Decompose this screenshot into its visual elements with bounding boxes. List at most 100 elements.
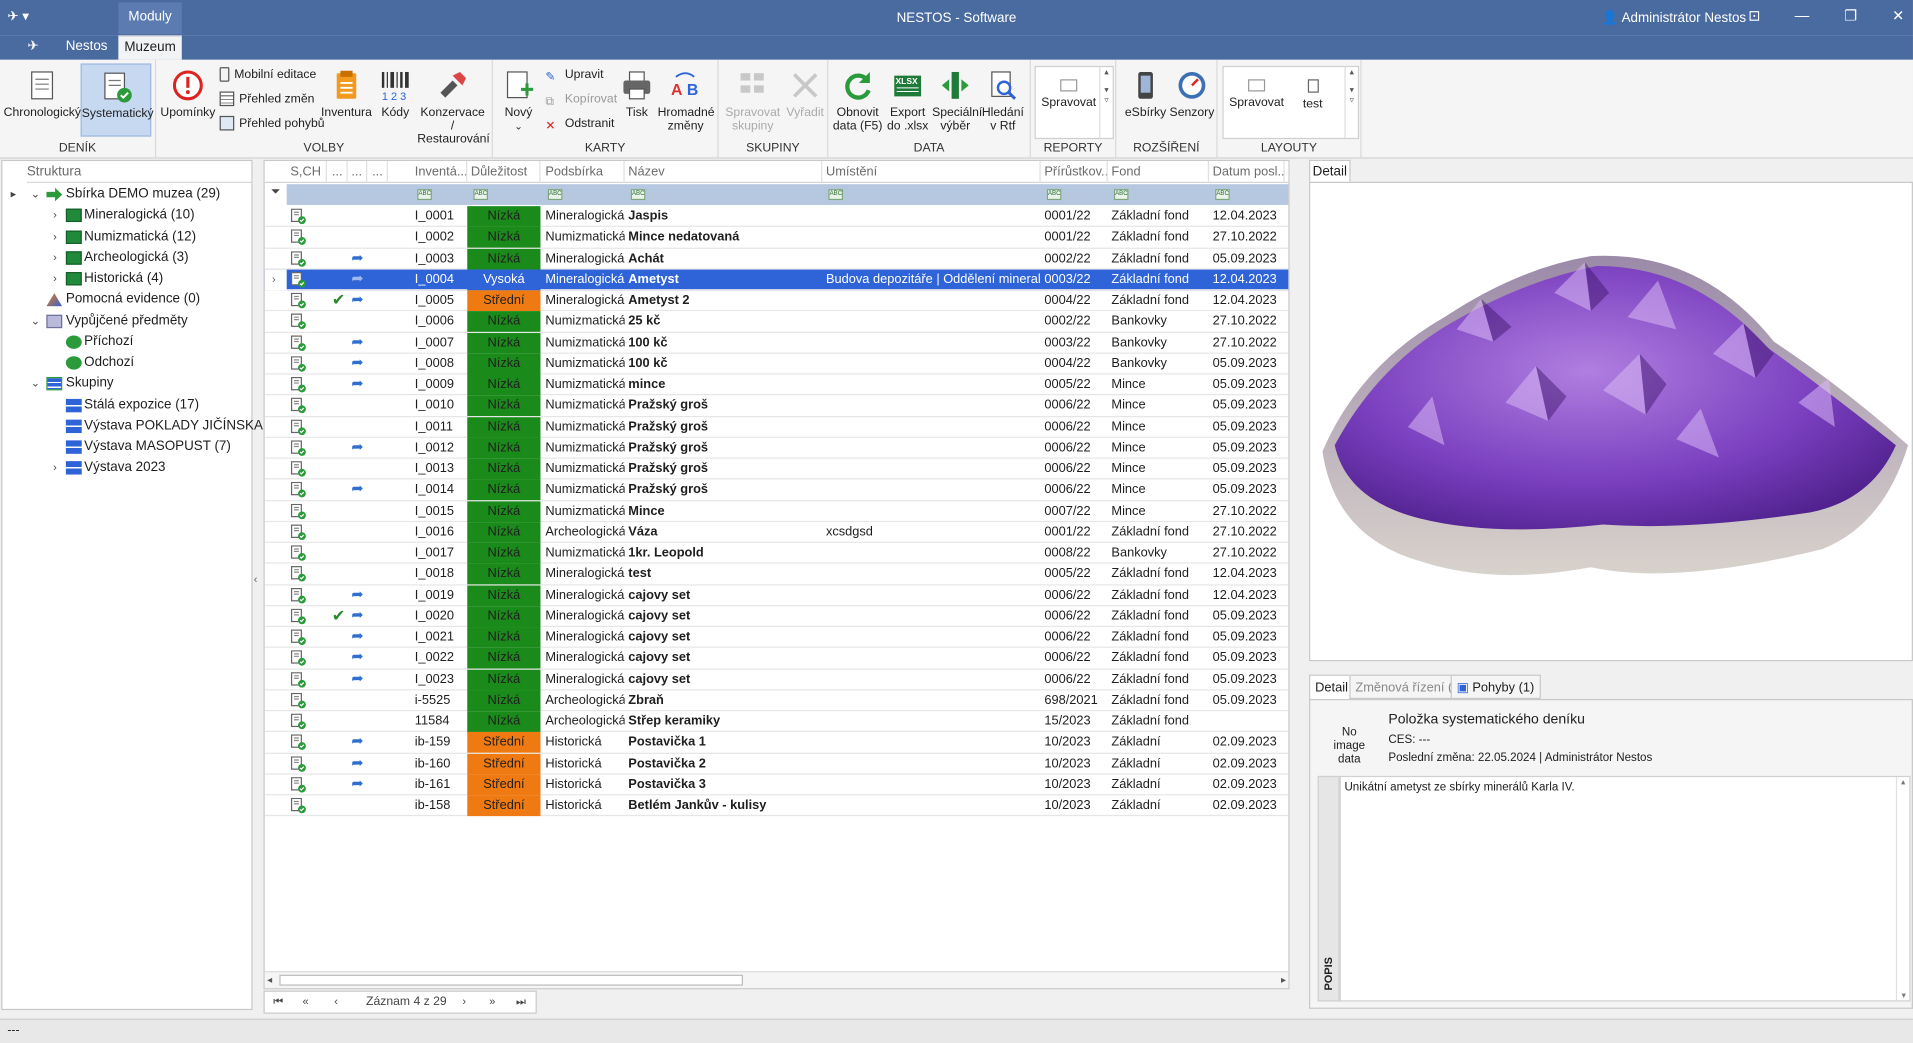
export-xlsx-button[interactable]: XLSX Export do .xlsx <box>885 63 931 136</box>
tree-item[interactable]: Stálá expozice (17) <box>2 395 251 416</box>
tree-item[interactable]: ⌄ Skupiny <box>2 374 251 395</box>
hledani-rtf-button[interactable]: Hledání v Rtf <box>980 63 1026 136</box>
tree-item[interactable]: › Archeologická (3) <box>2 247 251 268</box>
table-row[interactable]: ➦ I_0023 Nízká Mineralogická cajovy set 0006/… <box>264 669 1289 691</box>
column-header[interactable]: Podsbírka <box>542 161 625 183</box>
column-header[interactable]: ... <box>368 161 388 183</box>
scrollbar-thumb[interactable] <box>279 974 743 986</box>
konzervace-button[interactable]: Konzervace / Restaurování <box>417 63 490 146</box>
layouts-gallery[interactable]: Spravovat test ▴ ▾ ▿ <box>1222 65 1360 140</box>
kody-button[interactable]: 1 2 3 Kódy <box>375 63 416 136</box>
filter-cell-icon[interactable]: ABC <box>828 189 844 201</box>
filter-cell-icon[interactable]: ABC <box>630 189 646 201</box>
filter-cell-icon[interactable]: ABC <box>417 189 432 201</box>
column-header[interactable]: ... <box>348 161 368 183</box>
esbirky-button[interactable]: eSbírky <box>1122 63 1168 136</box>
table-row[interactable]: ➦ ib-161 Střední Historická Postavička 3 10/2… <box>264 774 1289 796</box>
tree-item[interactable]: Výstava POKLADY JIČÍNSKA (15) <box>2 416 290 437</box>
odstranit-button[interactable]: ✕ Odstranit <box>545 113 614 135</box>
systematicky-button[interactable]: Systematický <box>80 63 154 137</box>
table-row[interactable]: ➦ I_0022 Nízká Mineralogická cajovy set 0006/… <box>264 648 1289 670</box>
column-header[interactable]: Důležitost <box>467 161 541 183</box>
inventura-button[interactable]: Inventura <box>320 63 374 136</box>
minimize-icon[interactable]: — <box>1790 7 1814 24</box>
collapse-chevron-icon[interactable]: ⌄ <box>29 310 41 331</box>
tree-item[interactable]: › Historická (4) <box>2 268 251 289</box>
tab-pohyby[interactable]: ▣ Pohyby (1) <box>1450 674 1541 700</box>
tree-item[interactable]: Pomocná evidence (0) <box>2 289 251 310</box>
upravit-button[interactable]: ✎ Upravit <box>545 65 603 87</box>
restore-layout-icon[interactable]: ⊡ <box>1742 7 1766 24</box>
table-row[interactable]: ➦ I_0008 Nízká Numizmatická 100 kč 0004/22 Ban… <box>264 353 1289 375</box>
tab-muzeum[interactable]: Muzeum <box>118 35 182 60</box>
table-row[interactable]: ➦ ib-160 Střední Historická Postavička 2 10/2… <box>264 753 1289 775</box>
table-row[interactable]: › ➦ I_0004 Vysoká Mineralogická Ametyst Budova… <box>264 269 1289 291</box>
expand-arrow-icon[interactable]: › <box>49 226 61 247</box>
prehled-zmen-button[interactable]: Přehled změn <box>219 89 314 111</box>
tisk-button[interactable]: Tisk <box>619 63 656 136</box>
expand-arrow-icon[interactable]: › <box>49 458 61 479</box>
table-row[interactable]: ➦ I_0003 Nízká Mineralogická Achát 0002/22 Zák… <box>264 248 1289 270</box>
layouty-spravovat-button[interactable]: Spravovat <box>1226 67 1287 110</box>
next-record-icon[interactable]: › <box>462 995 466 1007</box>
table-row[interactable]: I_0018 Nízká Mineralogická test 0005/22 Zákla… <box>264 563 1289 585</box>
layout-test-button[interactable]: test <box>1292 67 1333 111</box>
scroll-right-icon[interactable]: ▸ <box>1281 975 1286 986</box>
tree-item[interactable]: Příchozí <box>2 332 251 353</box>
table-row[interactable]: 11584 Nízká Archeologická Střep keramiky 15/… <box>264 711 1289 733</box>
prehled-pohybu-button[interactable]: Přehled pohybů <box>219 113 325 135</box>
table-row[interactable]: ➦ ib-159 Střední Historická Postavička 1 10/2… <box>264 732 1289 754</box>
collapse-chevron-icon[interactable]: ⌄ <box>29 184 41 205</box>
filter-cell-icon[interactable]: ABC <box>1113 189 1129 201</box>
gallery-scroll[interactable]: ▴ ▾ ▿ <box>1099 67 1112 138</box>
hromadne-zmeny-button[interactable]: AB Hromadné změny <box>658 63 715 136</box>
description-editor[interactable]: Unikátní ametyst ze sbírky minerálů Karl… <box>1339 775 1911 1002</box>
column-header[interactable]: Název <box>625 161 823 183</box>
table-row[interactable]: ➦ I_0012 Nízká Numizmatická Pražský groš 0006… <box>264 437 1289 459</box>
table-row[interactable]: I_0016 Nízká Archeologická Váza xcsdgsd 0001/… <box>264 521 1289 543</box>
next-page-icon[interactable]: » <box>489 995 495 1007</box>
tree-item[interactable]: ▸ ⌄ Sbírka DEMO muzea (29) <box>2 184 251 205</box>
tree-item[interactable]: Výstava MASOPUST (7) <box>2 437 251 458</box>
first-record-icon[interactable]: ⏮ <box>273 995 283 1008</box>
vyradit-button[interactable]: Vyřadit <box>784 63 825 136</box>
tree-item[interactable]: Odchozí <box>2 353 251 374</box>
table-row[interactable]: I_0017 Nízká Numizmatická 1kr. Leopold 0008/… <box>264 542 1289 564</box>
upominky-button[interactable]: Upomínky <box>160 63 216 136</box>
specialni-vyber-button[interactable]: Speciální výběr <box>932 63 982 136</box>
column-header[interactable]: Přírůstkov... <box>1041 161 1108 183</box>
table-row[interactable]: I_0010 Nízká Numizmatická Pražský groš 0006/… <box>264 395 1289 417</box>
column-header[interactable]: Fond <box>1108 161 1210 183</box>
scroll-left-icon[interactable]: ◂ <box>267 975 272 986</box>
column-header[interactable]: Datum posl... <box>1209 161 1285 183</box>
table-row[interactable]: ➦ I_0021 Nízká Mineralogická cajovy set 0006/… <box>264 627 1289 649</box>
obnovit-data-button[interactable]: Obnovit data (F5) <box>832 63 883 136</box>
table-row[interactable]: I_0002 Nízká Numizmatická Mince nedatovaná 0… <box>264 227 1289 249</box>
user-account[interactable]: 👤 Administrátor Nestos <box>1602 10 1746 26</box>
column-header[interactable]: ... <box>328 161 348 183</box>
tree-item[interactable]: › Mineralogická (10) <box>2 205 251 226</box>
chronologicky-button[interactable]: Chronologický <box>4 63 81 136</box>
maximize-icon[interactable]: ❐ <box>1839 7 1863 24</box>
table-row[interactable]: ✔ ➦ I_0020 Nízká Mineralogická cajovy set 0006… <box>264 605 1289 628</box>
table-row[interactable]: I_0015 Nízká Numizmatická Mince 0007/22 Mince… <box>264 500 1289 522</box>
table-row[interactable]: ➦ I_0014 Nízká Numizmatická Pražský groš 0006… <box>264 479 1289 501</box>
prev-record-icon[interactable]: ‹ <box>334 995 338 1007</box>
tab-detail-top[interactable]: Detail <box>1309 159 1351 182</box>
tab-nestos[interactable]: Nestos <box>59 35 115 59</box>
prev-page-icon[interactable]: « <box>303 995 309 1007</box>
collapse-handle-icon[interactable]: ‹ <box>254 573 258 585</box>
table-row[interactable]: ib-158 Střední Historická Betlém Jankův - k… <box>264 795 1289 817</box>
reports-gallery[interactable]: Spravovat ▴ ▾ ▿ <box>1034 65 1114 140</box>
spravovat-skupiny-button[interactable]: Spravovat skupiny <box>722 63 783 136</box>
expand-arrow-icon[interactable]: › <box>49 247 61 268</box>
tree-item[interactable]: › Výstava 2023 <box>2 458 251 479</box>
filter-cell-icon[interactable]: ABC <box>473 189 488 201</box>
table-row[interactable]: I_0011 Nízká Numizmatická Pražský groš 0006/… <box>264 416 1289 438</box>
table-row[interactable]: ➦ I_0007 Nízká Numizmatická 100 kč 0003/22 Ban… <box>264 332 1289 354</box>
collapse-chevron-icon[interactable]: ⌄ <box>29 374 41 395</box>
filter-row[interactable]: ABC ABC ABC ABC ABC ABC ABC ABC <box>286 184 1289 205</box>
close-icon[interactable]: ✕ <box>1886 7 1910 24</box>
expand-arrow-icon[interactable]: ▸ <box>7 184 19 205</box>
tab-detail[interactable]: Detail <box>1309 674 1355 700</box>
